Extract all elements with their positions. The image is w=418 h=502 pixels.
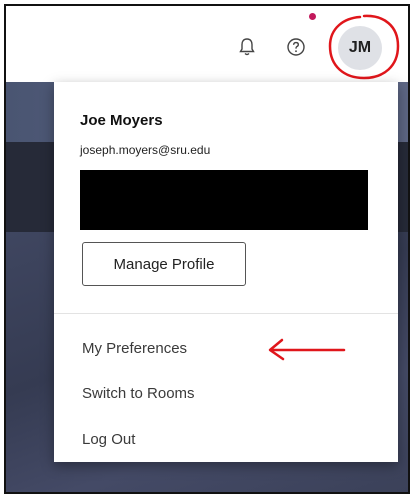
screenshot-frame: JM Joe Moyers joseph.moyers@sru.edu Mana… xyxy=(4,4,410,494)
profile-menu: Joe Moyers joseph.moyers@sru.edu Manage … xyxy=(54,82,398,462)
avatar[interactable]: JM xyxy=(338,26,382,70)
menu-item-switch-to-rooms[interactable]: Switch to Rooms xyxy=(82,385,195,402)
redacted-block xyxy=(80,170,368,230)
manage-profile-button[interactable]: Manage Profile xyxy=(82,242,246,286)
user-email: joseph.moyers@sru.edu xyxy=(80,143,211,157)
red-arrow-annotation xyxy=(268,338,346,361)
bell-icon[interactable] xyxy=(236,36,258,58)
menu-item-log-out[interactable]: Log Out xyxy=(82,431,135,448)
help-icon[interactable] xyxy=(285,36,307,58)
notification-dot xyxy=(309,13,316,20)
menu-divider xyxy=(54,313,398,314)
user-name: Joe Moyers xyxy=(80,112,163,129)
menu-item-my-preferences[interactable]: My Preferences xyxy=(82,340,187,357)
